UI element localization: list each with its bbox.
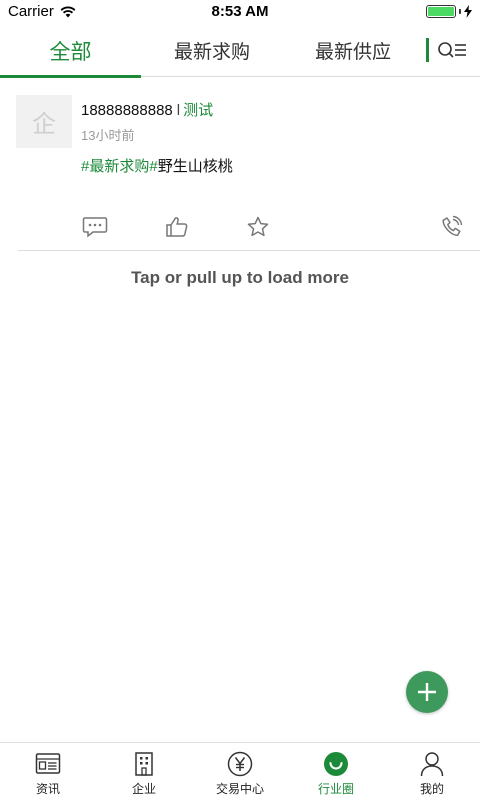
author-separator: l <box>176 102 181 119</box>
post-body: 野生山核桃 <box>157 158 233 175</box>
nav-item-news[interactable]: 资讯 <box>0 743 96 800</box>
news-icon <box>35 751 61 777</box>
nav-item-industry-circle[interactable]: 行业圈 <box>288 743 384 800</box>
like-button[interactable] <box>162 212 192 242</box>
author-phone[interactable]: 18888888888 <box>81 102 173 119</box>
favorite-button[interactable] <box>243 212 273 242</box>
load-more-text[interactable]: Tap or pull up to load more <box>0 268 480 288</box>
nav-label-trading-center: 交易中心 <box>215 782 264 796</box>
author-company[interactable]: 测试 <box>183 102 213 119</box>
nav-label-enterprise: 企业 <box>131 782 156 796</box>
post-actions <box>0 212 480 242</box>
favorite-icon <box>247 216 269 237</box>
call-button[interactable] <box>436 212 466 242</box>
nav-label-industry-circle: 行业圈 <box>317 782 354 796</box>
like-icon <box>166 217 188 237</box>
company-avatar[interactable]: 企 <box>16 95 72 148</box>
yen-icon <box>227 751 253 777</box>
nav-item-trading-center[interactable]: 交易中心 <box>192 743 288 800</box>
post-time: 13小时前 <box>81 128 135 143</box>
plus-icon <box>418 683 436 701</box>
post-content: #最新求购#野生山核桃 <box>81 155 233 176</box>
comment-icon <box>82 217 108 238</box>
search-list-icon <box>438 42 466 58</box>
charging-icon <box>464 5 472 18</box>
avatar-placeholder-text: 企 <box>32 110 56 138</box>
add-post-button[interactable] <box>406 671 448 713</box>
tab-divider <box>426 38 429 62</box>
tab-all[interactable]: 全部 <box>0 24 141 78</box>
search-menu-button[interactable] <box>436 38 468 64</box>
status-bar: Carrier 8:53 AM <box>0 0 480 24</box>
status-time: 8:53 AM <box>211 3 269 20</box>
author-line: 18888888888 l 测试 <box>81 99 213 120</box>
tab-latest-supply[interactable]: 最新供应 <box>283 24 423 77</box>
phone-icon <box>442 215 463 236</box>
nav-item-profile[interactable]: 我的 <box>384 743 480 800</box>
building-icon <box>131 751 157 777</box>
feed-item[interactable]: 企 18888888888 l 测试 13小时前 #最新求购#野生山核桃 <box>0 78 480 252</box>
battery-tip <box>459 9 461 14</box>
battery-level <box>428 7 454 16</box>
comment-button[interactable] <box>80 212 110 242</box>
circle-icon <box>323 751 349 777</box>
battery-icon <box>426 5 456 18</box>
user-icon <box>419 751 445 777</box>
nav-item-enterprise[interactable]: 企业 <box>96 743 192 800</box>
tab-latest-purchase[interactable]: 最新求购 <box>141 24 283 77</box>
post-tag[interactable]: #最新求购# <box>81 158 158 175</box>
battery-indicator <box>426 5 472 18</box>
nav-label-news: 资讯 <box>35 782 60 796</box>
category-tabs: 全部 最新求购 最新供应 <box>0 24 480 78</box>
nav-label-profile: 我的 <box>419 782 444 796</box>
feed-divider <box>18 250 480 251</box>
bottom-navigation: 资讯 企业 交易中心 行业圈 我的 <box>0 742 480 800</box>
